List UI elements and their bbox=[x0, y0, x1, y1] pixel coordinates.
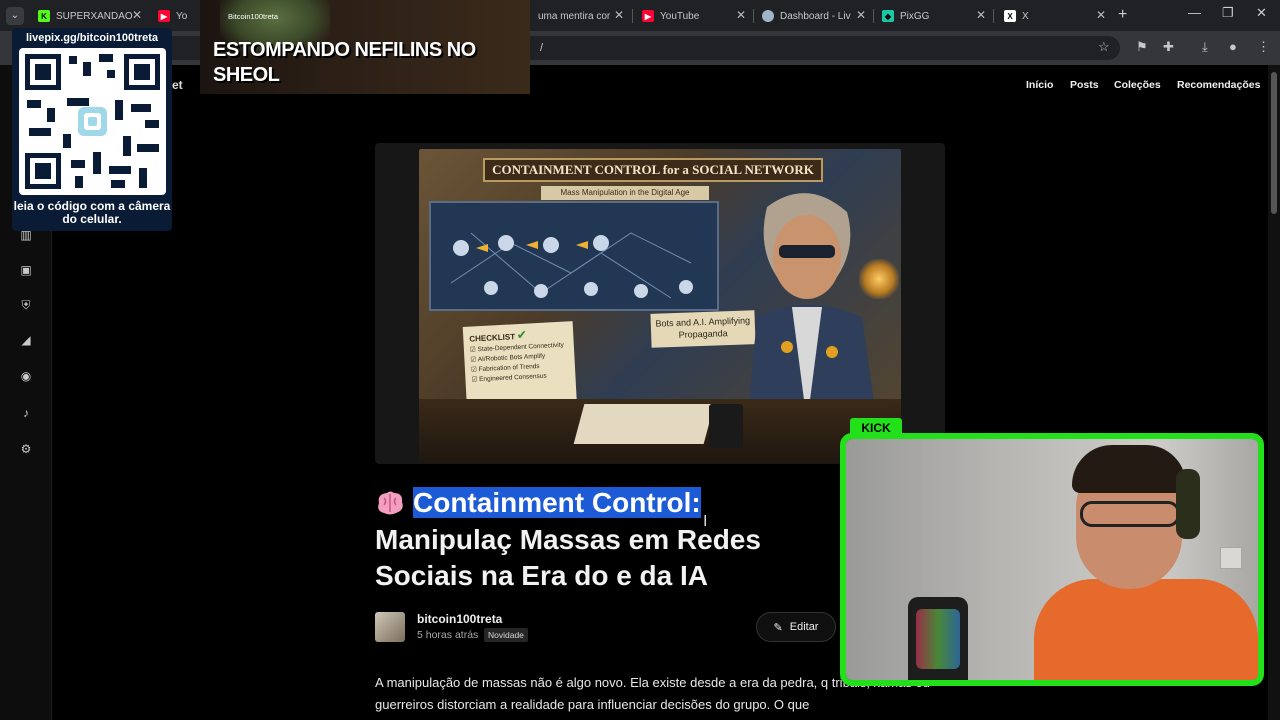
brain-icon bbox=[378, 491, 403, 515]
tab-separator bbox=[632, 9, 633, 23]
close-window-button[interactable]: ✕ bbox=[1256, 5, 1267, 21]
close-icon[interactable]: ✕ bbox=[1096, 8, 1106, 22]
checklist-item: State-Dependent Connectivity bbox=[477, 341, 564, 354]
tab-title: X bbox=[1022, 10, 1029, 22]
close-icon[interactable]: ✕ bbox=[614, 8, 624, 22]
tab-title: SUPERXANDAO bbox=[56, 10, 133, 22]
menu-kebab-icon[interactable]: ⋮ bbox=[1257, 39, 1270, 55]
hero-man-figure bbox=[737, 187, 877, 423]
tab-dashboard-livepix[interactable]: Dashboard - Liv ✕ bbox=[754, 4, 872, 28]
pixgg-icon: ◆ bbox=[882, 10, 894, 22]
streamer-glasses bbox=[1080, 501, 1180, 527]
hero-network-screen bbox=[429, 201, 719, 311]
url-text: / bbox=[540, 42, 544, 54]
checklist-title: CHECKLIST bbox=[469, 332, 516, 344]
post-hero-image: CONTAINMENT CONTROL for a SOCIAL NETWORK… bbox=[375, 143, 945, 464]
qr-caption: leia o código com a câmera do celular. bbox=[13, 199, 171, 226]
stream-handle: Bitcoin100treta bbox=[228, 12, 279, 21]
nav-posts[interactable]: Posts bbox=[1070, 79, 1099, 91]
extensions-puzzle-icon[interactable]: ✚ bbox=[1163, 39, 1174, 55]
nav-colecoes[interactable]: Coleções bbox=[1114, 79, 1161, 91]
download-icon[interactable]: ⤓ bbox=[1202, 39, 1208, 55]
tab-title: Yo bbox=[176, 10, 188, 22]
status-badge: Novidade bbox=[484, 628, 528, 642]
pencil-icon: ✎ bbox=[773, 621, 783, 634]
close-icon[interactable]: ✕ bbox=[132, 8, 142, 22]
author-name[interactable]: bitcoin100treta bbox=[417, 612, 502, 626]
nav-recomendacoes[interactable]: Recomendações bbox=[1177, 79, 1260, 91]
tab-youtube-1[interactable]: ▶ Yo bbox=[150, 4, 200, 28]
edit-button[interactable]: ✎ Editar bbox=[756, 612, 836, 642]
author-avatar[interactable] bbox=[375, 612, 405, 642]
site-brand[interactable]: et bbox=[172, 78, 183, 92]
tab-title: PixGG bbox=[900, 10, 930, 22]
hero-banner-text: CONTAINMENT CONTROL for a SOCIAL NETWORK bbox=[483, 158, 823, 182]
youtube-icon: ▶ bbox=[158, 10, 170, 22]
tab-title: YouTube bbox=[660, 10, 700, 22]
browser-toolbar: / ☆ ⚑ ✚ ⤓ ● ⋮ bbox=[0, 31, 1280, 65]
browser-tabbar: ⌄ K SUPERXANDAO ✕ ▶ Yo uma mentira cor ✕… bbox=[0, 0, 1280, 31]
microphone-rgb-glow bbox=[916, 609, 960, 669]
edit-label: Editar bbox=[789, 621, 819, 633]
post-title: Containment Control: Manipulaç Massas em… bbox=[375, 485, 845, 595]
hero-subtitle: Mass Manipulation in the Digital Age bbox=[541, 186, 709, 200]
tab-uma-mentira[interactable]: uma mentira cor ✕ bbox=[530, 4, 630, 28]
stream-title: ESTOMPANDO NEFILINS NO SHEOL bbox=[213, 39, 476, 86]
tab-title: uma mentira cor bbox=[538, 10, 611, 22]
tab-pixgg[interactable]: ◆ PixGG ✕ bbox=[874, 4, 992, 28]
close-icon[interactable]: ✕ bbox=[736, 8, 746, 22]
streamer-shirt bbox=[1034, 579, 1258, 680]
title-text: Manipulaç Massas em Redes Sociais na Era… bbox=[375, 523, 761, 592]
wallet-icon[interactable]: ▣ bbox=[18, 262, 34, 278]
scrollbar-thumb[interactable] bbox=[1271, 72, 1277, 214]
tab-separator bbox=[993, 9, 994, 23]
streamer-hair bbox=[1072, 445, 1186, 493]
minimize-button[interactable]: — bbox=[1188, 5, 1201, 20]
post-timestamp: 5 horas atrás bbox=[417, 629, 479, 641]
hero-mug bbox=[709, 404, 743, 448]
new-tab-button[interactable]: + bbox=[1118, 6, 1127, 24]
tab-superxandao[interactable]: K SUPERXANDAO ✕ bbox=[30, 4, 148, 28]
bell-icon[interactable]: ♪ bbox=[18, 405, 34, 421]
chat-icon[interactable]: ◉ bbox=[18, 368, 34, 384]
text-cursor-icon: I bbox=[703, 513, 708, 530]
wall-switch bbox=[1220, 547, 1242, 569]
megaphone-icon[interactable]: ◢ bbox=[18, 332, 34, 348]
x-icon: X bbox=[1004, 10, 1016, 22]
webcam-overlay bbox=[840, 433, 1264, 686]
profile-icon[interactable]: ● bbox=[1229, 39, 1237, 54]
extension-icon[interactable]: ⚑ bbox=[1136, 39, 1148, 55]
bookmark-star-icon[interactable]: ☆ bbox=[1098, 39, 1110, 55]
tab-title: Dashboard - Liv bbox=[780, 10, 851, 22]
nav-inicio[interactable]: Início bbox=[1026, 79, 1053, 91]
checklist-item: Fabrication of Trends bbox=[478, 362, 540, 374]
qr-url: livepix.gg/bitcoin100treta bbox=[25, 32, 159, 44]
stream-title-banner: Bitcoin100treta ESTOMPANDO NEFILINS NO S… bbox=[200, 0, 530, 94]
youtube-icon: ▶ bbox=[642, 10, 654, 22]
kick-icon: K bbox=[38, 10, 50, 22]
qr-code bbox=[19, 48, 166, 195]
close-icon[interactable]: ✕ bbox=[856, 8, 866, 22]
tab-youtube-2[interactable]: ▶ YouTube ✕ bbox=[634, 4, 752, 28]
hero-illustration: CONTAINMENT CONTROL for a SOCIAL NETWORK… bbox=[419, 149, 901, 463]
headset bbox=[1176, 469, 1200, 539]
tab-search-button[interactable]: ⌄ bbox=[6, 7, 24, 25]
title-selected-text[interactable]: Containment Control: bbox=[413, 487, 701, 518]
hero-notebook bbox=[573, 404, 715, 444]
restore-button[interactable]: ❐ bbox=[1222, 5, 1234, 21]
tab-x[interactable]: X X ✕ bbox=[996, 4, 1112, 28]
checklist-item: Engineered Consensus bbox=[478, 372, 547, 384]
checklist-item: AI/Robotic Bots Amplify bbox=[477, 352, 546, 364]
shield-icon[interactable]: ⛨ bbox=[18, 297, 34, 313]
gear-icon[interactable]: ⚙ bbox=[18, 441, 34, 457]
close-icon[interactable]: ✕ bbox=[976, 8, 986, 22]
livepix-icon bbox=[762, 10, 774, 22]
hero-lamp-glow bbox=[859, 259, 899, 299]
